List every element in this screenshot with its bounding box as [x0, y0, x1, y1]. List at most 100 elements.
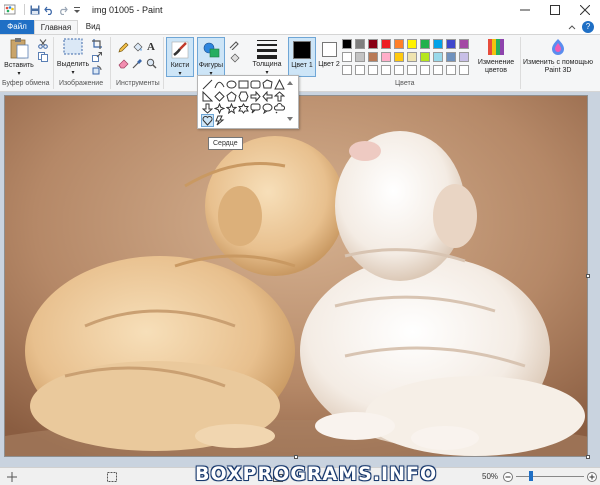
color1-button[interactable]: Цвет 1 [288, 37, 316, 77]
polygon-icon[interactable] [262, 79, 273, 90]
undo-icon[interactable] [42, 3, 55, 16]
save-icon[interactable] [28, 3, 41, 16]
rotate-icon[interactable] [91, 64, 103, 76]
six-point-star-icon[interactable] [238, 103, 249, 114]
edit-colors-button[interactable]: Изменение цветов [476, 37, 516, 79]
brushes-button[interactable]: Кисти ▾ [166, 37, 194, 77]
fill-style-icon[interactable] [228, 52, 240, 64]
magnifier-icon[interactable] [145, 57, 157, 69]
shapes-scroll-down-icon[interactable] [286, 115, 297, 126]
select-button[interactable]: Выделить ▾ [56, 37, 90, 79]
resize-handle-corner[interactable] [586, 455, 590, 459]
fill-icon[interactable] [131, 41, 143, 53]
maximize-button[interactable] [540, 0, 570, 20]
customize-toolbar-icon[interactable] [70, 3, 83, 16]
up-arrow-icon[interactable] [273, 91, 286, 102]
zoom-slider-track[interactable] [516, 476, 584, 477]
four-point-star-icon[interactable] [213, 102, 226, 115]
palette-swatch[interactable] [459, 52, 469, 62]
palette-swatch[interactable] [381, 52, 391, 62]
resize-icon[interactable] [91, 51, 103, 63]
palette-swatch[interactable] [433, 52, 443, 62]
outline-icon[interactable] [228, 38, 240, 50]
help-icon[interactable]: ? [582, 21, 594, 33]
heart-icon[interactable] [201, 114, 214, 127]
canvas-image[interactable] [4, 95, 588, 457]
hexagon-icon[interactable] [238, 91, 249, 102]
palette-swatch[interactable] [381, 65, 391, 75]
rounded-callout-icon[interactable] [250, 103, 261, 114]
palette-swatch[interactable] [420, 65, 430, 75]
close-button[interactable] [570, 0, 600, 20]
pencil-icon[interactable] [117, 41, 129, 53]
text-icon[interactable]: A [145, 41, 157, 53]
oval-callout-icon[interactable] [262, 103, 273, 115]
palette-swatch[interactable] [459, 65, 469, 75]
palette-swatch[interactable] [433, 39, 443, 49]
palette-swatch[interactable] [355, 65, 365, 75]
size-button[interactable]: Толщина ▾ [250, 37, 284, 79]
eraser-icon[interactable] [117, 57, 129, 69]
tab-file[interactable]: Файл [0, 20, 34, 34]
diamond-icon[interactable] [214, 91, 225, 102]
color-picker-icon[interactable] [131, 57, 143, 69]
oval-icon[interactable] [226, 79, 237, 90]
shapes-button[interactable]: Фигуры ▾ [197, 37, 225, 77]
resize-handle-bottom[interactable] [294, 455, 298, 459]
crop-icon[interactable] [91, 38, 103, 50]
rounded-rectangle-icon[interactable] [250, 79, 261, 90]
zoom-in-icon[interactable] [586, 471, 598, 483]
color2-button[interactable]: Цвет 2 [317, 37, 341, 79]
palette-swatch[interactable] [368, 52, 378, 62]
palette-swatch[interactable] [394, 52, 404, 62]
edit-colors-label: Изменение цветов [477, 59, 515, 74]
palette-swatch[interactable] [446, 52, 456, 62]
zoom-slider-thumb[interactable] [529, 471, 533, 481]
palette-swatch[interactable] [420, 52, 430, 62]
palette-swatch[interactable] [394, 39, 404, 49]
tab-home[interactable]: Главная [34, 20, 78, 34]
collapse-ribbon-icon[interactable] [568, 23, 576, 31]
cloud-callout-icon[interactable] [274, 103, 285, 114]
down-arrow-icon[interactable] [201, 103, 214, 114]
right-arrow-icon[interactable] [250, 90, 261, 103]
curve-icon[interactable] [214, 79, 225, 90]
palette-swatch[interactable] [446, 39, 456, 49]
palette-swatch[interactable] [342, 65, 352, 75]
minimize-button[interactable] [510, 0, 540, 20]
left-arrow-icon[interactable] [262, 90, 273, 103]
palette-swatch[interactable] [433, 65, 443, 75]
shapes-scroll-up-icon[interactable] [286, 79, 297, 90]
palette-swatch[interactable] [381, 39, 391, 49]
palette-swatch[interactable] [420, 39, 430, 49]
palette-swatch[interactable] [355, 39, 365, 49]
right-triangle-icon[interactable] [202, 90, 214, 102]
line-icon[interactable] [202, 79, 213, 90]
palette-swatch[interactable] [342, 52, 352, 62]
palette-swatch[interactable] [394, 65, 404, 75]
lightning-icon[interactable] [214, 115, 225, 126]
rectangle-icon[interactable] [238, 79, 249, 90]
resize-handle-right[interactable] [586, 274, 590, 278]
palette-swatch[interactable] [407, 39, 417, 49]
paste-button[interactable]: Вставить ▾ [3, 37, 35, 79]
tab-view[interactable]: Вид [78, 20, 108, 34]
zoom-out-icon[interactable] [502, 471, 514, 483]
palette-swatch[interactable] [407, 65, 417, 75]
palette-swatch[interactable] [368, 65, 378, 75]
palette-swatch[interactable] [446, 65, 456, 75]
triangle-icon[interactable] [274, 78, 285, 90]
five-point-star-icon[interactable] [225, 102, 238, 115]
redo-icon[interactable] [56, 3, 69, 16]
group-separator [110, 37, 111, 89]
cut-icon[interactable] [37, 38, 49, 50]
paint3d-button[interactable]: Изменить с помощью Paint 3D [522, 37, 594, 79]
copy-icon[interactable] [37, 51, 49, 63]
palette-swatch[interactable] [407, 52, 417, 62]
pentagon-icon[interactable] [226, 91, 237, 102]
palette-swatch[interactable] [368, 39, 378, 49]
palette-swatch[interactable] [342, 39, 352, 49]
shapes-label: Фигуры [198, 62, 224, 69]
palette-swatch[interactable] [459, 39, 469, 49]
palette-swatch[interactable] [355, 52, 365, 62]
